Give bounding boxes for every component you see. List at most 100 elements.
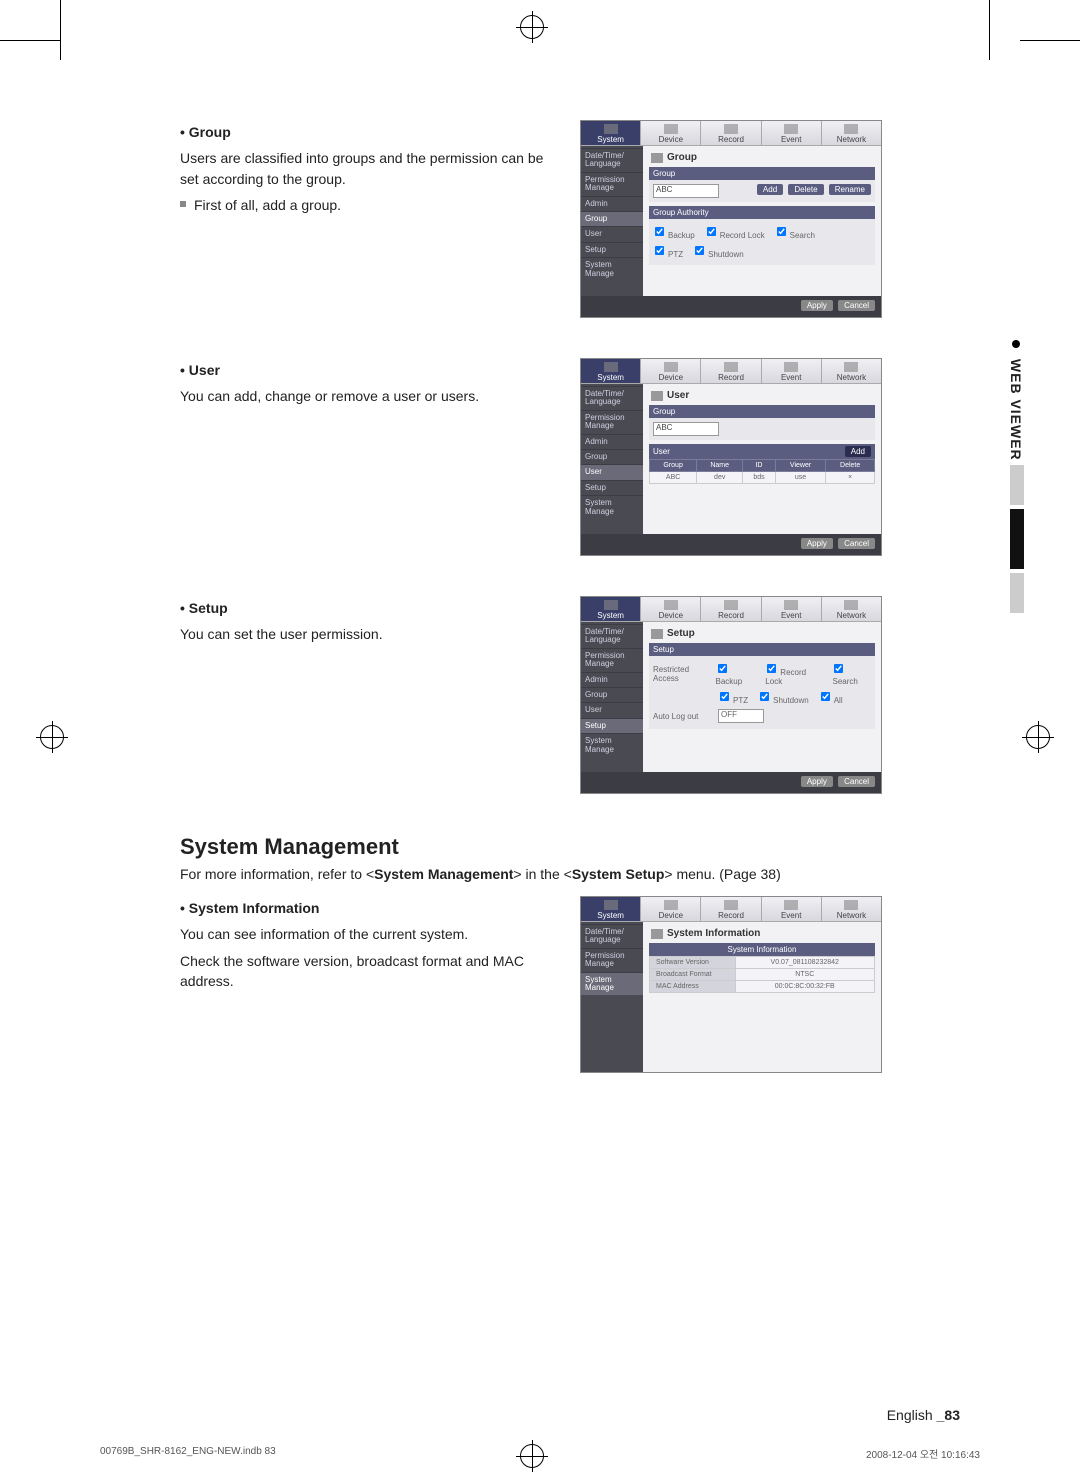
chk-recordlock[interactable]: Record Lock <box>765 662 822 686</box>
registration-mark-icon <box>520 15 544 39</box>
group-select[interactable]: ABC <box>653 422 719 436</box>
autologout-select[interactable]: OFF <box>718 709 764 723</box>
tab-device[interactable]: Device <box>641 359 701 383</box>
chk-label: Search <box>832 677 857 686</box>
tab-system[interactable]: System <box>581 897 641 921</box>
tab-system[interactable]: System <box>581 359 641 383</box>
sidebar-item-setup[interactable]: Setup <box>581 242 643 257</box>
sidebar-item-permission[interactable]: Permission Manage <box>581 410 643 434</box>
cancel-button[interactable]: Cancel <box>838 300 875 311</box>
tab-event[interactable]: Event <box>762 121 822 145</box>
tab-record[interactable]: Record <box>701 359 761 383</box>
crop-mark <box>60 0 61 60</box>
panel-header-setup: Setup <box>649 643 875 656</box>
tab-network[interactable]: Network <box>822 897 881 921</box>
sidebar-item-user[interactable]: User <box>581 464 643 479</box>
tab-label: Record <box>718 611 744 620</box>
sidebar-item-permission[interactable]: Permission Manage <box>581 648 643 672</box>
tab-record[interactable]: Record <box>701 897 761 921</box>
tab-device[interactable]: Device <box>641 121 701 145</box>
tab-device[interactable]: Device <box>641 597 701 621</box>
tab-event[interactable]: Event <box>762 359 822 383</box>
heading-user: • User <box>180 360 550 380</box>
tab-system[interactable]: System <box>581 597 641 621</box>
sidebar-item-group[interactable]: Group <box>581 687 643 702</box>
tab-network[interactable]: Network <box>822 121 881 145</box>
delete-button[interactable]: Delete <box>788 184 823 195</box>
event-icon <box>784 900 798 910</box>
tab-network[interactable]: Network <box>822 597 881 621</box>
sidebar-item-datetime[interactable]: Date/Time/ Language <box>581 624 643 648</box>
text-sysinfo-1: You can see information of the current s… <box>180 924 550 944</box>
chk-search[interactable]: Search <box>832 662 871 686</box>
cancel-button[interactable]: Cancel <box>838 776 875 787</box>
tab-system[interactable]: System <box>581 121 641 145</box>
sidebar-item-setup[interactable]: Setup <box>581 480 643 495</box>
apply-button[interactable]: Apply <box>801 538 833 549</box>
text-setup-desc: You can set the user permission. <box>180 624 550 644</box>
cell-value: 00:0C:8C:00:32:FB <box>735 981 875 993</box>
side-index-bars <box>1010 465 1024 617</box>
sidebar-item-user[interactable]: User <box>581 702 643 717</box>
sidebar-item-admin[interactable]: Admin <box>581 434 643 449</box>
sidebar-item-group[interactable]: Group <box>581 449 643 464</box>
cancel-button[interactable]: Cancel <box>838 538 875 549</box>
sidebar-item-sysmanage[interactable]: System Manage <box>581 257 643 281</box>
sidebar-item-datetime[interactable]: Date/Time/ Language <box>581 924 643 948</box>
sidebar-item-group[interactable]: Group <box>581 211 643 226</box>
label-restricted: Restricted Access <box>653 665 706 683</box>
cell-label: Software Version <box>650 957 736 969</box>
sidebar-item-permission[interactable]: Permission Manage <box>581 172 643 196</box>
txt-bold: System Setup <box>572 866 665 882</box>
chk-backup[interactable]: Backup <box>716 662 756 686</box>
chk-label: Backup <box>716 677 743 686</box>
tab-event[interactable]: Event <box>762 897 822 921</box>
tab-event[interactable]: Event <box>762 597 822 621</box>
tab-record[interactable]: Record <box>701 597 761 621</box>
panel-title: Setup <box>651 628 875 639</box>
group-select[interactable]: ABC <box>653 184 719 198</box>
text-sysmgmt-sub: For more information, refer to <System M… <box>180 866 920 882</box>
tab-device[interactable]: Device <box>641 897 701 921</box>
sidebar-item-datetime[interactable]: Date/Time/ Language <box>581 148 643 172</box>
chk-shutdown[interactable]: Shutdown <box>758 690 809 705</box>
apply-button[interactable]: Apply <box>801 300 833 311</box>
footer-page: _83 <box>937 1407 960 1423</box>
cell: dev <box>697 472 743 484</box>
add-button[interactable]: Add <box>757 184 783 195</box>
rename-button[interactable]: Rename <box>829 184 871 195</box>
crop-mark <box>989 0 990 60</box>
sidebar-item-user[interactable]: User <box>581 226 643 241</box>
tab-label: System <box>597 611 624 620</box>
sidebar-item-sysmanage[interactable]: System Manage <box>581 972 643 996</box>
group-icon <box>651 153 663 163</box>
tab-bar: System Device Record Event Network <box>581 121 881 146</box>
apply-button[interactable]: Apply <box>801 776 833 787</box>
sidebar-item-datetime[interactable]: Date/Time/ Language <box>581 386 643 410</box>
cell-delete[interactable]: × <box>826 472 875 484</box>
panel-title: Group <box>651 152 875 163</box>
cell: bds <box>743 472 776 484</box>
cell-value: V0.07_081108232842 <box>735 957 875 969</box>
add-button[interactable]: Add <box>845 446 871 457</box>
cell: use <box>775 472 826 484</box>
tab-record[interactable]: Record <box>701 121 761 145</box>
chk-shutdown[interactable]: Shutdown <box>693 244 744 259</box>
sidebar-item-setup[interactable]: Setup <box>581 718 643 733</box>
chk-search[interactable]: Search <box>775 225 815 240</box>
chk-ptz[interactable]: PTZ <box>718 690 748 705</box>
registration-mark-icon <box>1026 725 1050 749</box>
chk-recordlock[interactable]: Record Lock <box>705 225 765 240</box>
chk-ptz[interactable]: PTZ <box>653 244 683 259</box>
chk-all[interactable]: All <box>819 690 843 705</box>
panel-header-user: User Add <box>649 444 875 459</box>
cell: ABC <box>650 472 697 484</box>
chk-backup[interactable]: Backup <box>653 225 695 240</box>
user-icon <box>651 391 663 401</box>
tab-network[interactable]: Network <box>822 359 881 383</box>
sidebar-item-sysmanage[interactable]: System Manage <box>581 733 643 757</box>
sidebar-item-admin[interactable]: Admin <box>581 672 643 687</box>
sidebar-item-sysmanage[interactable]: System Manage <box>581 495 643 519</box>
sidebar-item-admin[interactable]: Admin <box>581 196 643 211</box>
sidebar-item-permission[interactable]: Permission Manage <box>581 948 643 972</box>
